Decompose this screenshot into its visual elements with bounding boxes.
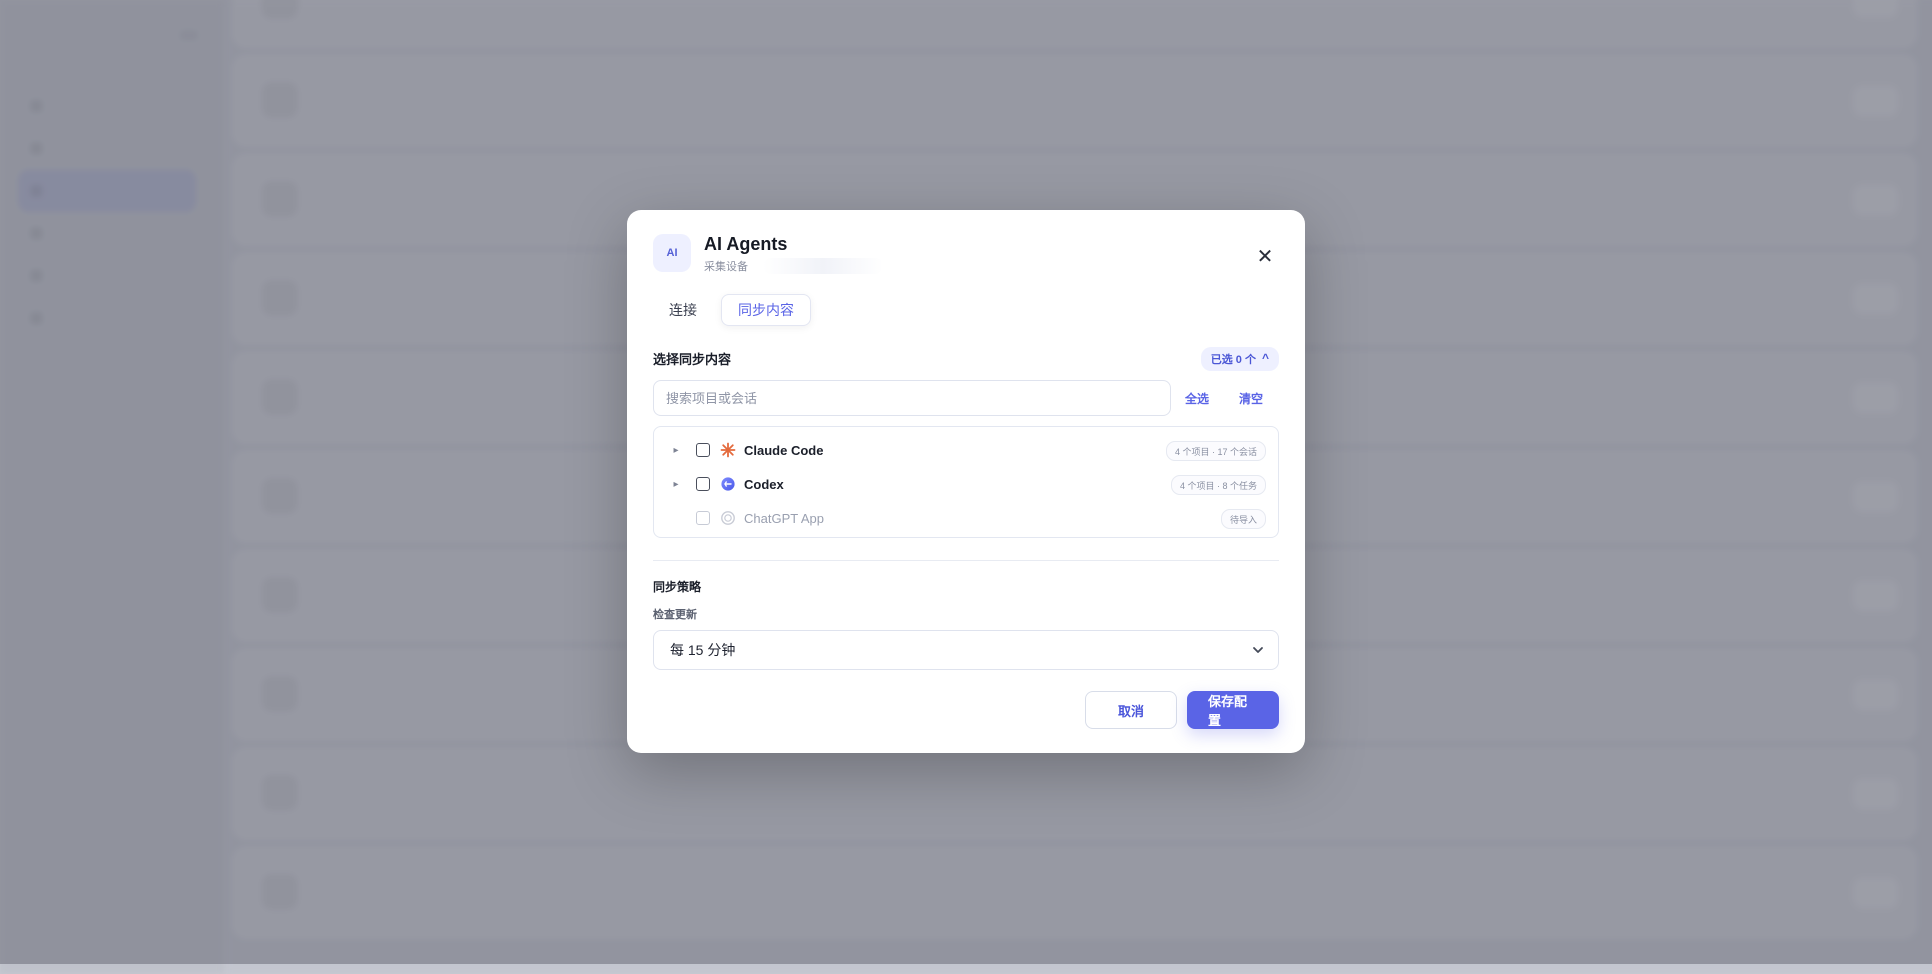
source-row-chatgpt-app: ChatGPT App 待导入 [664, 501, 1266, 535]
tab-connection[interactable]: 连接 [653, 294, 713, 326]
check-updates-label: 检查更新 [653, 609, 697, 621]
sync-content-header: 选择同步内容 已选 0 个 ^ [653, 347, 1279, 373]
expand-caret-icon[interactable]: ▸ [668, 479, 684, 490]
sources-list: ▸ Claude Code 4 个项目 · 17 个会话 ▸ Codex 4 个… [653, 426, 1279, 538]
modal-footer: 取消 保存配置 [1085, 691, 1279, 729]
clear-button[interactable]: 清空 [1239, 390, 1263, 407]
expand-caret-icon[interactable]: ▸ [668, 445, 684, 456]
sync-policy-title: 同步策略 [653, 580, 702, 594]
source-checkbox-disabled [696, 511, 710, 525]
search-row: 全选 清空 [653, 380, 1279, 418]
check-updates-select[interactable]: 每 15 分钟 [653, 630, 1279, 670]
source-name: Claude Code [744, 442, 824, 458]
source-meta: 待导入 [1220, 509, 1266, 529]
divider [653, 560, 1279, 561]
section-title: 选择同步内容 [653, 352, 732, 367]
codex-icon [720, 476, 736, 492]
close-icon: ✕ [1256, 245, 1274, 268]
modal-header: AI AI Agents 采集设备 ✕ [653, 234, 1279, 276]
tab-label: 连接 [669, 302, 697, 318]
modal-subtitle: 采集设备 [704, 261, 748, 273]
chevron-up-icon: ^ [1261, 351, 1269, 365]
selected-count-pill[interactable]: 已选 0 个 ^ [1200, 347, 1279, 371]
subtitle-redaction [763, 258, 883, 274]
source-checkbox[interactable] [696, 443, 710, 457]
source-meta: 4 个项目 · 8 个任务 [1170, 475, 1266, 495]
chevron-down-icon [1250, 642, 1266, 658]
app-badge: AI [653, 234, 691, 272]
ai-agents-modal: AI AI Agents 采集设备 ✕ 连接 同步内容 选择同步内容 已选 0 … [627, 210, 1305, 753]
modal-title: AI Agents [704, 234, 788, 254]
tab-label: 同步内容 [738, 302, 794, 318]
select-value: 每 15 分钟 [670, 642, 736, 658]
tabs: 连接 同步内容 [653, 294, 811, 326]
selected-count-text: 已选 0 个 [1210, 354, 1256, 366]
source-meta: 4 个项目 · 17 个会话 [1165, 441, 1266, 461]
source-name: Codex [744, 476, 784, 492]
source-checkbox[interactable] [696, 477, 710, 491]
chatgpt-icon [720, 510, 736, 526]
tab-sync-content[interactable]: 同步内容 [721, 294, 811, 326]
claude-icon [720, 442, 736, 458]
search-input[interactable] [653, 380, 1171, 416]
cancel-button[interactable]: 取消 [1085, 691, 1177, 729]
source-name: ChatGPT App [744, 510, 824, 526]
source-row-claude-code[interactable]: ▸ Claude Code 4 个项目 · 17 个会话 [664, 433, 1266, 467]
close-button[interactable]: ✕ [1251, 242, 1279, 270]
source-row-codex[interactable]: ▸ Codex 4 个项目 · 8 个任务 [664, 467, 1266, 501]
select-all-button[interactable]: 全选 [1185, 390, 1209, 407]
save-config-button[interactable]: 保存配置 [1187, 691, 1279, 729]
